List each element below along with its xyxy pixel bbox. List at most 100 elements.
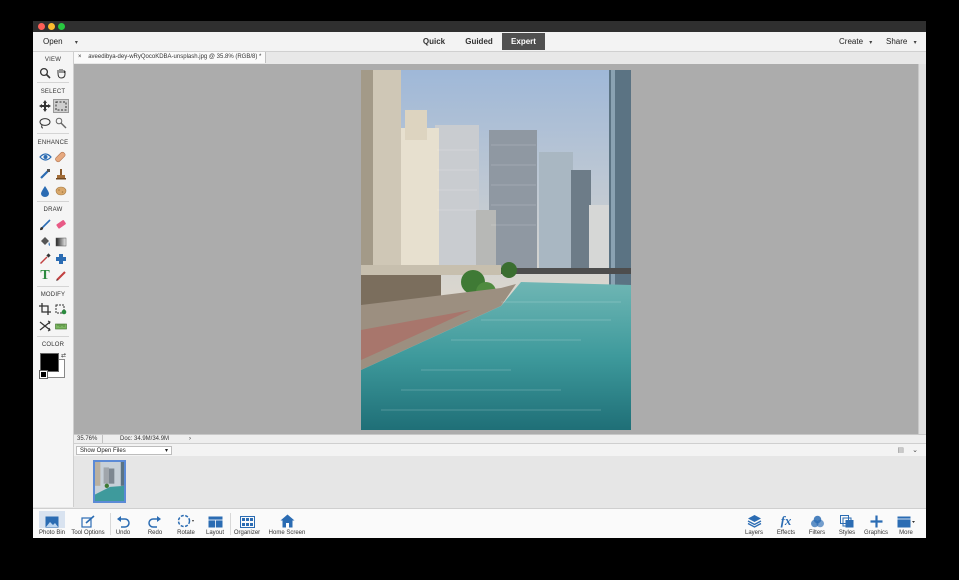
divider bbox=[37, 133, 69, 134]
hand-tool-icon[interactable] bbox=[53, 66, 69, 80]
home-screen-button[interactable]: Home Screen bbox=[267, 509, 307, 538]
tool-options-button[interactable]: Tool Options bbox=[70, 509, 106, 538]
brush-tool-icon[interactable] bbox=[37, 218, 53, 232]
sponge-tool-icon[interactable] bbox=[53, 184, 69, 198]
undo-button[interactable]: Undo bbox=[112, 509, 134, 538]
smart-brush-tool-icon[interactable] bbox=[37, 167, 53, 181]
filters-label: Filters bbox=[808, 530, 826, 536]
layers-icon bbox=[747, 511, 762, 528]
divider bbox=[37, 201, 69, 202]
filters-button[interactable]: Filters bbox=[804, 509, 830, 538]
bottom-taskbar: Photo Bin Tool Options Undo Redo Rotate bbox=[33, 508, 926, 538]
more-button[interactable]: More bbox=[894, 509, 918, 538]
photo-bin-button[interactable]: Photo Bin bbox=[36, 509, 68, 538]
red-eye-tool-icon[interactable] bbox=[37, 150, 53, 164]
pencil-tool-icon[interactable] bbox=[53, 269, 69, 283]
foreground-color-swatch[interactable] bbox=[40, 353, 59, 372]
undo-icon bbox=[116, 511, 130, 528]
move-tool-icon[interactable] bbox=[37, 99, 53, 113]
photo-bin-icon bbox=[39, 511, 65, 528]
photo-bin bbox=[74, 456, 926, 508]
zoom-tool-icon[interactable] bbox=[37, 66, 53, 80]
chevron-down-icon: ▾ bbox=[913, 40, 917, 46]
desktop-background: { "menubar": { "open_label": "Open", "mo… bbox=[0, 0, 959, 580]
home-screen-label: Home Screen bbox=[268, 530, 306, 536]
recompose-tool-icon[interactable] bbox=[53, 302, 69, 316]
tool-options-icon bbox=[81, 511, 95, 528]
lasso-tool-icon[interactable] bbox=[37, 116, 53, 130]
effects-button[interactable]: fx Effects bbox=[773, 509, 799, 538]
effects-icon: fx bbox=[780, 513, 792, 528]
share-menu[interactable]: Share ▾ bbox=[886, 32, 917, 51]
straighten-tool-icon[interactable] bbox=[53, 319, 69, 333]
tab-expert[interactable]: Expert bbox=[502, 33, 545, 50]
close-window-button[interactable] bbox=[38, 23, 45, 30]
content-aware-move-tool-icon[interactable] bbox=[37, 319, 53, 333]
styles-label: Styles bbox=[838, 530, 856, 536]
more-icon bbox=[897, 511, 915, 528]
layers-button[interactable]: Layers bbox=[741, 509, 767, 538]
section-modify-label: MODIFY bbox=[40, 292, 66, 298]
canvas-area[interactable] bbox=[74, 64, 918, 434]
section-color-label: COLOR bbox=[41, 342, 65, 348]
rotate-button[interactable]: Rotate bbox=[173, 509, 199, 538]
organizer-button[interactable]: Organizer bbox=[232, 509, 262, 538]
crop-tool-icon[interactable] bbox=[37, 302, 53, 316]
close-tab-icon[interactable]: × bbox=[78, 54, 82, 60]
gradient-tool-icon[interactable] bbox=[53, 235, 69, 249]
type-tool-glyph: T bbox=[40, 268, 50, 283]
paint-bucket-tool-icon[interactable] bbox=[37, 235, 53, 249]
rotate-label: Rotate bbox=[177, 530, 195, 536]
open-menu[interactable]: Open ▾ bbox=[43, 32, 78, 51]
divider bbox=[37, 82, 69, 83]
layers-label: Layers bbox=[744, 530, 763, 536]
home-icon bbox=[280, 511, 295, 528]
styles-button[interactable]: Styles bbox=[834, 509, 860, 538]
graphics-label: Graphics bbox=[863, 530, 888, 536]
section-enhance-label: ENHANCE bbox=[37, 140, 69, 146]
create-label: Create bbox=[839, 37, 864, 46]
zoom-window-button[interactable] bbox=[58, 23, 65, 30]
spot-healing-tool-icon[interactable] bbox=[53, 150, 69, 164]
redo-button[interactable]: Redo bbox=[144, 509, 166, 538]
chevron-down-icon: ▾ bbox=[74, 40, 78, 46]
vertical-scrollbar[interactable] bbox=[918, 64, 926, 434]
blur-tool-icon[interactable] bbox=[37, 184, 53, 198]
rotate-icon bbox=[176, 511, 196, 528]
panel-options-icon[interactable]: ▤ bbox=[897, 446, 904, 454]
divider bbox=[230, 513, 231, 535]
type-tool-icon[interactable]: T bbox=[37, 268, 53, 283]
show-open-files-dropdown[interactable]: Show Open Files ▾ bbox=[76, 446, 172, 455]
photo-thumbnail[interactable] bbox=[93, 460, 126, 503]
document-tab-title: aveedibya-dey-wRyQocoKDBA-unsplash.jpg @… bbox=[88, 54, 262, 60]
layout-button[interactable]: Layout bbox=[204, 509, 226, 538]
styles-icon bbox=[840, 511, 854, 528]
eraser-tool-icon[interactable] bbox=[53, 218, 69, 232]
create-menu[interactable]: Create ▾ bbox=[839, 32, 872, 51]
chevron-down-icon: ▾ bbox=[164, 448, 168, 454]
open-label: Open bbox=[43, 37, 63, 46]
tab-guided[interactable]: Guided bbox=[460, 33, 498, 50]
document-tab[interactable]: × aveedibya-dey-wRyQocoKDBA-unsplash.jpg… bbox=[74, 52, 267, 63]
minimize-window-button[interactable] bbox=[48, 23, 55, 30]
graphics-button[interactable]: Graphics bbox=[863, 509, 889, 538]
dropdown-value: Show Open Files bbox=[80, 448, 126, 454]
divider bbox=[110, 513, 111, 535]
quick-selection-tool-icon[interactable] bbox=[53, 116, 69, 130]
redo-icon bbox=[148, 511, 162, 528]
undo-label: Undo bbox=[115, 530, 131, 536]
swap-colors-icon[interactable]: ⇄ bbox=[61, 352, 66, 359]
custom-shape-tool-icon[interactable] bbox=[53, 252, 69, 266]
chevron-down-icon[interactable]: ⌄ bbox=[912, 446, 918, 454]
color-picker-tool-icon[interactable] bbox=[37, 252, 53, 266]
tab-quick[interactable]: Quick bbox=[418, 33, 450, 50]
more-label: More bbox=[899, 530, 913, 536]
app-window: Open ▾ Quick Guided Expert Create ▾ Shar… bbox=[33, 21, 926, 538]
photo-bin-label: Photo Bin bbox=[38, 530, 66, 536]
divider bbox=[37, 336, 69, 337]
tool-options-label: Tool Options bbox=[71, 530, 105, 536]
clone-stamp-tool-icon[interactable] bbox=[53, 167, 69, 181]
mode-bar: Open ▾ Quick Guided Expert Create ▾ Shar… bbox=[33, 32, 926, 52]
marquee-tool-icon[interactable] bbox=[53, 99, 69, 113]
default-colors-icon[interactable] bbox=[39, 370, 48, 379]
